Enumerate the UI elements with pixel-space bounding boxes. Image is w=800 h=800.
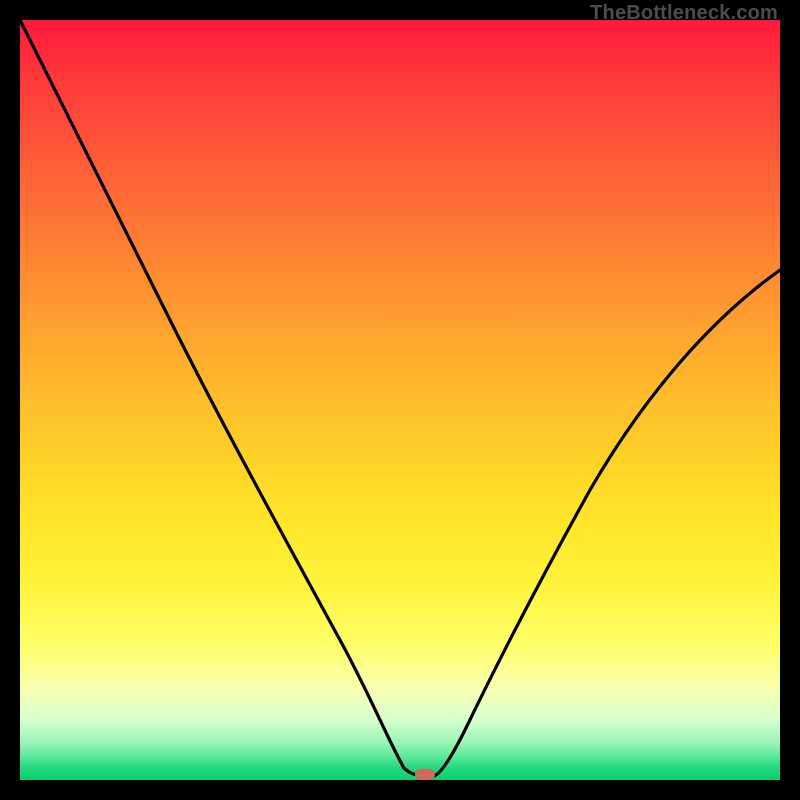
bottleneck-curve-svg [20,20,780,780]
watermark-text: TheBottleneck.com [590,2,778,25]
bottleneck-curve [20,20,780,776]
optimum-marker [415,769,435,780]
chart-frame: TheBottleneck.com [0,0,800,800]
chart-plot-area [20,20,780,780]
